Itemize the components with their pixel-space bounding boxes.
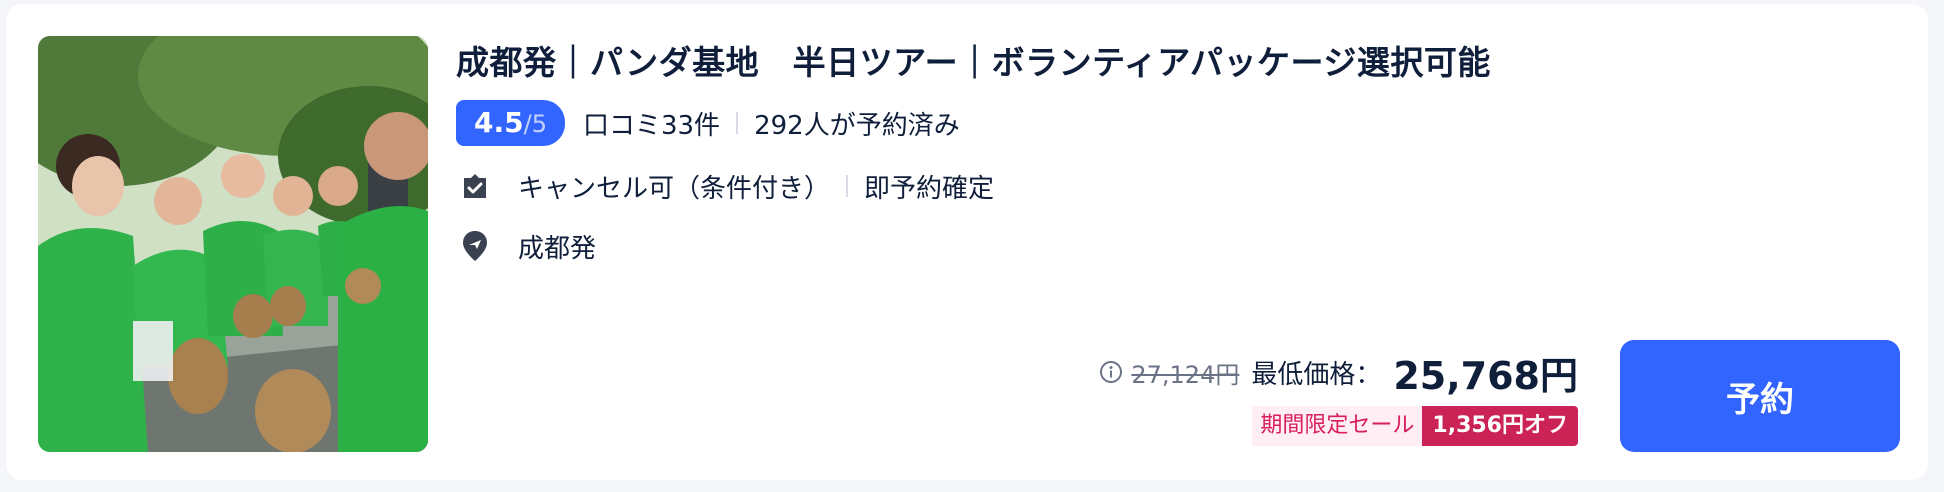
discount-amount: 1,356円オフ: [1422, 406, 1578, 446]
instant-confirmation: 即予約確定: [864, 173, 995, 204]
info-icon[interactable]: [1099, 360, 1123, 384]
rating-badge: 4.5 /5: [456, 100, 565, 146]
feature-row: キャンセル可（条件付き） 即予約確定: [462, 166, 994, 206]
sale-badge: 期間限定セール 1,356円オフ: [1252, 406, 1578, 446]
price-row: 27,124円 最低価格： 25,768円: [1099, 346, 1578, 398]
review-count[interactable]: 口コミ33件: [583, 105, 720, 142]
rating-max: /5: [523, 110, 547, 138]
sale-label: 期間限定セール: [1252, 406, 1423, 446]
ticket-check-icon: [462, 171, 488, 201]
min-price-label: 最低価格：: [1251, 359, 1382, 390]
divider: [846, 175, 849, 197]
product-title[interactable]: 成都発｜パンダ基地 半日ツアー｜ボランティアパッケージ選択可能: [456, 36, 1491, 84]
product-card[interactable]: 成都発｜パンダ基地 半日ツアー｜ボランティアパッケージ選択可能 4.5 /5 口…: [6, 4, 1928, 480]
location-row: 成都発: [462, 226, 596, 266]
departure-location: 成都発: [518, 233, 597, 264]
product-thumbnail[interactable]: [38, 36, 428, 452]
rating-score: 4.5: [474, 106, 524, 139]
book-button[interactable]: 予約: [1620, 340, 1900, 452]
original-price: 27,124円: [1131, 360, 1240, 389]
rating-row: 4.5 /5 口コミ33件 292人が予約済み: [456, 100, 960, 146]
location-pin-icon: [462, 231, 488, 261]
booked-count: 292人が予約済み: [754, 110, 960, 141]
current-price: 25,768円: [1393, 353, 1578, 398]
divider: [736, 112, 739, 134]
cancel-policy: キャンセル可（条件付き）: [518, 173, 831, 204]
volunteers-photo: [38, 36, 428, 452]
